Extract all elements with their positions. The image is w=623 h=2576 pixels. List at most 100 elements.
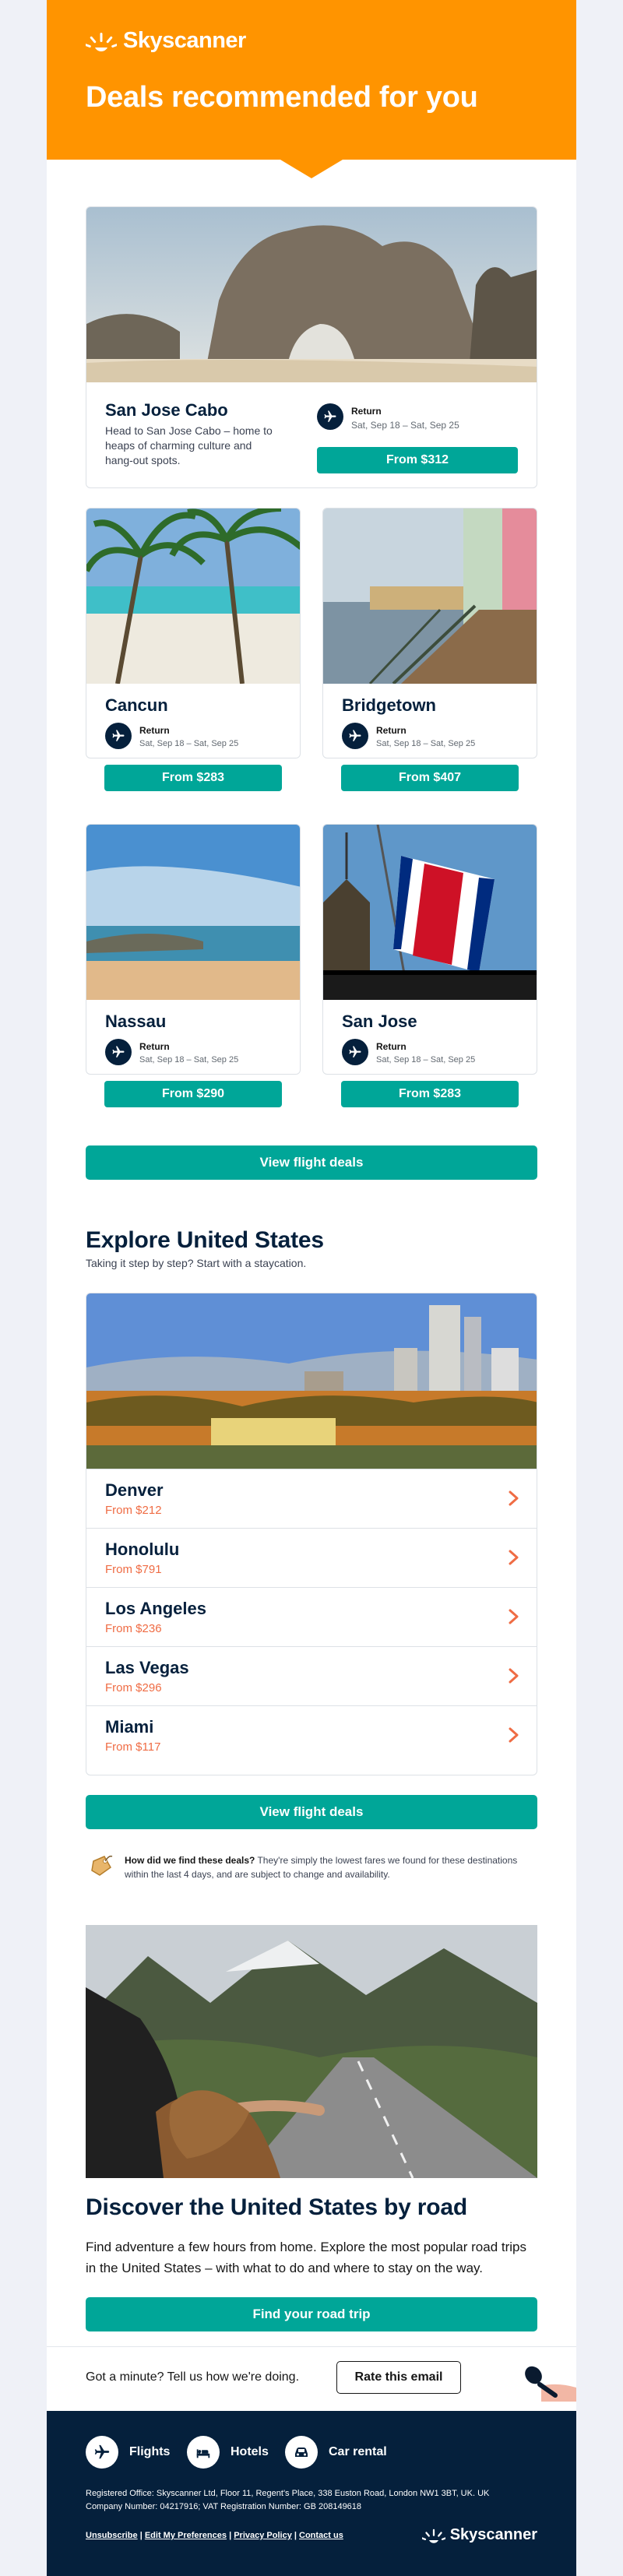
- road-body: Find adventure a few hours from home. Ex…: [86, 2240, 527, 2275]
- city-name: Los Angeles: [105, 1599, 206, 1618]
- legal-text: Registered Office: Skyscanner Ltd, Floor…: [86, 2487, 489, 2514]
- plane-icon: [105, 1039, 132, 1065]
- rate-email-bar: Got a minute? Tell us how we're doing. R…: [47, 2346, 576, 2411]
- san-jose-flag-image: [323, 825, 537, 1000]
- email-body: Skyscanner Deals recommended for you San…: [47, 0, 576, 2576]
- link-separator: |: [139, 2531, 143, 2540]
- rate-email-button[interactable]: Rate this email: [336, 2361, 461, 2394]
- footer-skyscanner-logo[interactable]: Skyscanner: [421, 2526, 537, 2544]
- city-price: From $236: [105, 1622, 162, 1635]
- plane-icon: [105, 723, 132, 749]
- legal-line: Company Number: 04217916; VAT Registrati…: [86, 2502, 362, 2511]
- price-button[interactable]: From $407: [341, 765, 519, 791]
- brand-name: Skyscanner: [123, 28, 246, 53]
- deal-card[interactable]: Nassau Return Sat, Sep 18 – Sat, Sep 25: [86, 824, 301, 1075]
- deal-card[interactable]: San Jose Return Sat, Sep 18 – Sat, Sep 2…: [322, 824, 537, 1075]
- city-row[interactable]: Las Vegas From $296: [86, 1646, 537, 1705]
- plane-icon: [317, 403, 343, 430]
- trip-dates: Sat, Sep 18 – Sat, Sep 25: [351, 420, 459, 431]
- price-button[interactable]: From $283: [341, 1081, 519, 1107]
- city-name: Denver: [105, 1480, 164, 1500]
- road-title: Discover the United States by road: [86, 2194, 468, 2220]
- deal-city: San Jose Cabo: [105, 400, 228, 420]
- city-price: From $296: [105, 1681, 162, 1694]
- header-notch: [280, 160, 343, 178]
- cancun-beach-image: [86, 509, 300, 684]
- trip-dates: Sat, Sep 18 – Sat, Sep 25: [376, 1055, 476, 1065]
- deal-description: Head to San Jose Cabo – home to heaps of…: [105, 424, 273, 466]
- denver-skyline-image: [86, 1293, 537, 1469]
- trip-dates: Sat, Sep 18 – Sat, Sep 25: [139, 1055, 239, 1065]
- legal-line: Registered Office: Skyscanner Ltd, Floor…: [86, 2489, 490, 2498]
- chevron-right-icon: [509, 1668, 519, 1684]
- disclaimer-question: How did we find these deals?: [125, 1855, 255, 1866]
- deal-city: San Jose: [342, 1012, 417, 1031]
- trip-type: Return: [139, 725, 170, 736]
- chevron-right-icon: [509, 1490, 519, 1506]
- privacy-policy-link[interactable]: Privacy Policy: [234, 2531, 292, 2540]
- city-name: Las Vegas: [105, 1658, 189, 1677]
- plane-icon: [342, 1039, 368, 1065]
- explore-cities-card: Denver From $212 Honolulu From $791 Los …: [86, 1293, 537, 1775]
- contact-us-link[interactable]: Contact us: [299, 2531, 343, 2540]
- city-name: Miami: [105, 1717, 154, 1737]
- chevron-right-icon: [509, 1609, 519, 1624]
- trip-dates: Sat, Sep 18 – Sat, Sep 25: [139, 739, 239, 748]
- page-title: Deals recommended for you: [86, 81, 478, 114]
- price-tag-icon: [91, 1855, 113, 1876]
- link-separator: |: [294, 2531, 297, 2540]
- deal-city: Bridgetown: [342, 695, 436, 715]
- city-price: From $791: [105, 1563, 162, 1576]
- city-name: Honolulu: [105, 1540, 180, 1559]
- plane-icon: [342, 723, 368, 749]
- trip-type: Return: [351, 406, 382, 417]
- deal-card[interactable]: Bridgetown Return Sat, Sep 18 – Sat, Sep…: [322, 508, 537, 758]
- sunrise-logo-icon: [86, 32, 117, 51]
- sunrise-logo-icon: [421, 2528, 445, 2543]
- bridgetown-pier-image: [323, 509, 537, 684]
- cabo-arch-image: [86, 207, 537, 382]
- deal-city: Cancun: [105, 695, 168, 715]
- price-button[interactable]: From $283: [104, 765, 282, 791]
- road-trip-image: [86, 1925, 537, 2178]
- microphone-hand-icon: [525, 2366, 576, 2402]
- brand-name: Skyscanner: [449, 2526, 537, 2543]
- unsubscribe-link[interactable]: Unsubscribe: [86, 2531, 138, 2540]
- car-icon: [285, 2436, 318, 2469]
- explore-subtitle: Taking it step by step? Start with a sta…: [86, 1257, 307, 1269]
- view-flight-deals-button[interactable]: View flight deals: [86, 1795, 537, 1829]
- footer-link-label: Hotels: [231, 2445, 269, 2458]
- price-button[interactable]: From $290: [104, 1081, 282, 1107]
- plane-icon: [86, 2436, 118, 2469]
- skyscanner-logo[interactable]: Skyscanner: [86, 28, 246, 54]
- link-separator: |: [229, 2531, 232, 2540]
- nassau-coast-image: [86, 825, 300, 1000]
- footer-link-label: Car rental: [329, 2445, 387, 2458]
- city-row[interactable]: Miami From $117: [86, 1705, 537, 1765]
- edit-preferences-link[interactable]: Edit My Preferences: [145, 2531, 227, 2540]
- trip-dates: Sat, Sep 18 – Sat, Sep 25: [376, 739, 476, 748]
- city-row[interactable]: Denver From $212: [86, 1469, 537, 1528]
- price-button[interactable]: From $312: [317, 447, 518, 473]
- footer-link-hotels[interactable]: Hotels: [187, 2436, 269, 2469]
- footer-link-car-rental[interactable]: Car rental: [285, 2436, 387, 2469]
- deal-city: Nassau: [105, 1012, 167, 1031]
- city-row[interactable]: Los Angeles From $236: [86, 1587, 537, 1646]
- find-road-trip-button[interactable]: Find your road trip: [86, 2297, 537, 2331]
- footer-link-flights[interactable]: Flights: [86, 2436, 170, 2469]
- deals-disclaimer: How did we find these deals? They're sim…: [125, 1853, 530, 1881]
- rate-prompt: Got a minute? Tell us how we're doing.: [86, 2370, 300, 2384]
- chevron-right-icon: [509, 1727, 519, 1743]
- trip-type: Return: [376, 725, 407, 736]
- city-row[interactable]: Honolulu From $791: [86, 1528, 537, 1587]
- deal-card[interactable]: Cancun Return Sat, Sep 18 – Sat, Sep 25: [86, 508, 301, 758]
- header-banner: Skyscanner Deals recommended for you: [47, 0, 576, 160]
- footer: Flights Hotels Car rental Registered Off…: [47, 2411, 576, 2576]
- city-price: From $212: [105, 1504, 162, 1517]
- legal-links: Unsubscribe | Edit My Preferences | Priv…: [86, 2531, 343, 2540]
- trip-type: Return: [139, 1041, 170, 1052]
- featured-deal-card[interactable]: San Jose Cabo Head to San Jose Cabo – ho…: [86, 206, 537, 488]
- bed-icon: [187, 2436, 220, 2469]
- chevron-right-icon: [509, 1550, 519, 1565]
- view-flight-deals-button[interactable]: View flight deals: [86, 1145, 537, 1180]
